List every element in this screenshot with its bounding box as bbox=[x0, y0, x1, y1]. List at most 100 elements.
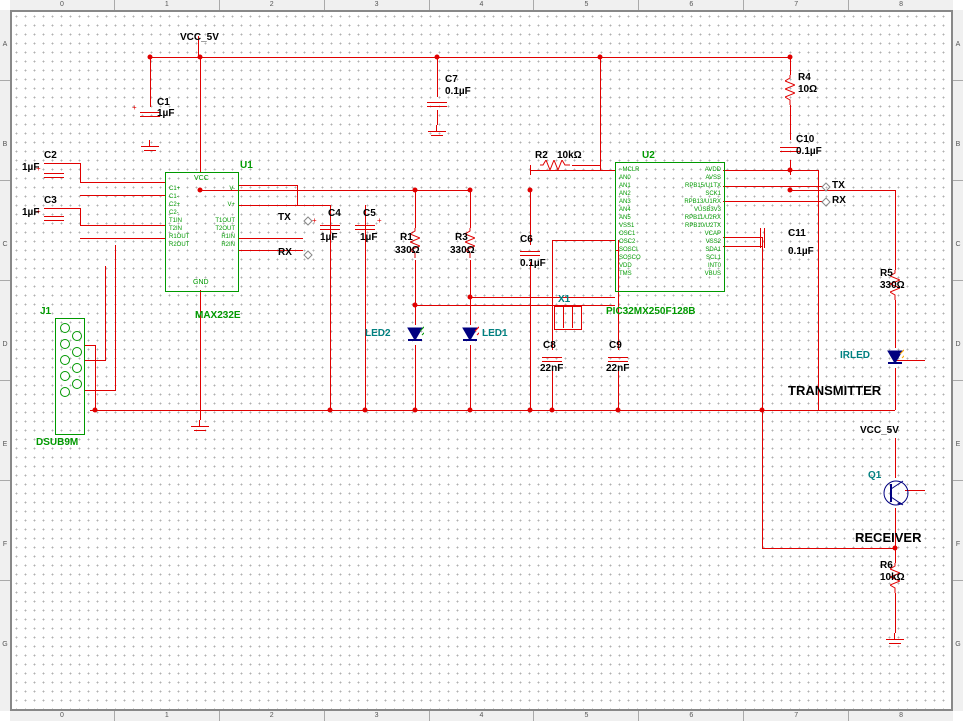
wire bbox=[80, 238, 165, 239]
ref-led2: LED2 bbox=[365, 328, 391, 339]
led-2[interactable] bbox=[406, 325, 424, 345]
net-tx: TX bbox=[278, 212, 291, 223]
junction bbox=[788, 55, 793, 60]
val-c11: 0.1µF bbox=[788, 246, 814, 257]
val-j1: DSUB9M bbox=[36, 437, 78, 448]
ref-c4: C4 bbox=[328, 208, 341, 219]
capacitor-c11[interactable] bbox=[755, 228, 771, 248]
ref-c5: C5 bbox=[363, 208, 376, 219]
ref-led1: LED1 bbox=[482, 328, 508, 339]
val-r3: 330Ω bbox=[450, 245, 475, 256]
ref-c2: C2 bbox=[44, 150, 57, 161]
ruler-bottom: 012 345 678 bbox=[10, 710, 953, 721]
wire bbox=[150, 57, 790, 58]
ref-irled: IRLED bbox=[840, 350, 870, 361]
capacitor-c3[interactable]: + bbox=[44, 211, 64, 227]
val-c7: 0.1µF bbox=[445, 86, 471, 97]
wire bbox=[552, 370, 553, 410]
wire bbox=[85, 390, 115, 391]
wire bbox=[238, 238, 303, 239]
val-c9: 22nF bbox=[606, 363, 629, 374]
ref-j1: J1 bbox=[40, 306, 51, 317]
ref-r3: R3 bbox=[455, 232, 468, 243]
ref-c7: C7 bbox=[445, 74, 458, 85]
val-r2: 10kΩ bbox=[557, 150, 582, 161]
port-icon bbox=[303, 216, 313, 226]
port-icon bbox=[303, 250, 313, 260]
ref-r5: R5 bbox=[880, 268, 893, 279]
transistor-q1[interactable] bbox=[883, 478, 909, 508]
val-c2: 1µF bbox=[22, 162, 39, 173]
transmitter-label: TRANSMITTER bbox=[788, 383, 881, 398]
junction bbox=[413, 408, 418, 413]
wire bbox=[150, 57, 151, 107]
wire bbox=[762, 237, 763, 410]
ref-r2: R2 bbox=[535, 150, 548, 161]
connector-j1[interactable] bbox=[55, 318, 85, 435]
val-c8: 22nF bbox=[540, 363, 563, 374]
junction bbox=[468, 188, 473, 193]
capacitor-c2[interactable]: + bbox=[44, 168, 64, 184]
wire bbox=[790, 57, 791, 75]
vcc-label-2: VCC_5V bbox=[860, 425, 899, 436]
wire bbox=[437, 57, 438, 97]
wire bbox=[470, 345, 471, 410]
wire bbox=[818, 170, 819, 410]
crystal-x1[interactable] bbox=[554, 306, 582, 330]
junction bbox=[468, 295, 473, 300]
ruler-left: AB CD EF G bbox=[0, 10, 11, 711]
ic-u2[interactable]: ~MCLRAVDDAN0AVSSAN1RPB15/U1TXAN2SCK1AN3R… bbox=[615, 162, 725, 292]
led-1[interactable] bbox=[461, 325, 479, 345]
wire bbox=[80, 195, 165, 196]
wire bbox=[470, 190, 471, 228]
val-c3: 1µF bbox=[22, 207, 39, 218]
junction bbox=[148, 55, 153, 60]
wire bbox=[115, 245, 116, 391]
junction bbox=[468, 408, 473, 413]
wire bbox=[90, 410, 895, 411]
val-r1: 330Ω bbox=[395, 245, 420, 256]
wire bbox=[470, 260, 471, 325]
wire bbox=[238, 185, 298, 186]
wire bbox=[44, 163, 80, 164]
wire bbox=[95, 345, 96, 410]
junction bbox=[788, 188, 793, 193]
junction bbox=[550, 408, 555, 413]
wire bbox=[415, 305, 615, 306]
wire bbox=[80, 225, 165, 226]
schematic-canvas[interactable]: 012 345 678 012 345 678 AB CD EF G AB CD… bbox=[0, 0, 963, 721]
ref-c11: C11 bbox=[788, 228, 806, 239]
wire bbox=[762, 548, 895, 549]
port-icon bbox=[821, 197, 831, 207]
junction bbox=[528, 188, 533, 193]
val-c5: 1µF bbox=[360, 232, 377, 243]
wire bbox=[723, 186, 823, 187]
val-r5: 330Ω bbox=[880, 280, 905, 291]
wire bbox=[80, 163, 81, 183]
wire bbox=[530, 170, 615, 171]
resistor-r2[interactable] bbox=[540, 160, 570, 170]
val-c1: 1µF bbox=[157, 108, 174, 119]
junction bbox=[328, 408, 333, 413]
wire bbox=[200, 410, 201, 420]
wire bbox=[600, 57, 601, 170]
gnd-symbol bbox=[189, 420, 211, 434]
resistor-r4[interactable] bbox=[785, 75, 795, 105]
ic-u1[interactable]: VCC C1+V-C1-C2+V+C2-T1INT1OUTT2INT2OUTR1… bbox=[165, 172, 239, 292]
wire bbox=[297, 185, 298, 205]
wire bbox=[415, 345, 416, 410]
wire bbox=[297, 205, 330, 206]
junction bbox=[413, 303, 418, 308]
net-rx: RX bbox=[278, 247, 292, 258]
wire bbox=[105, 266, 106, 361]
ref-r1: R1 bbox=[400, 232, 413, 243]
wire bbox=[572, 165, 600, 166]
ir-led[interactable] bbox=[886, 348, 904, 368]
wire bbox=[895, 190, 896, 270]
wire bbox=[437, 110, 438, 125]
wire bbox=[762, 410, 763, 548]
junction bbox=[413, 188, 418, 193]
ref-c3: C3 bbox=[44, 195, 57, 206]
ref-r6: R6 bbox=[880, 560, 893, 571]
vcc-label: VCC_5V bbox=[180, 32, 219, 43]
